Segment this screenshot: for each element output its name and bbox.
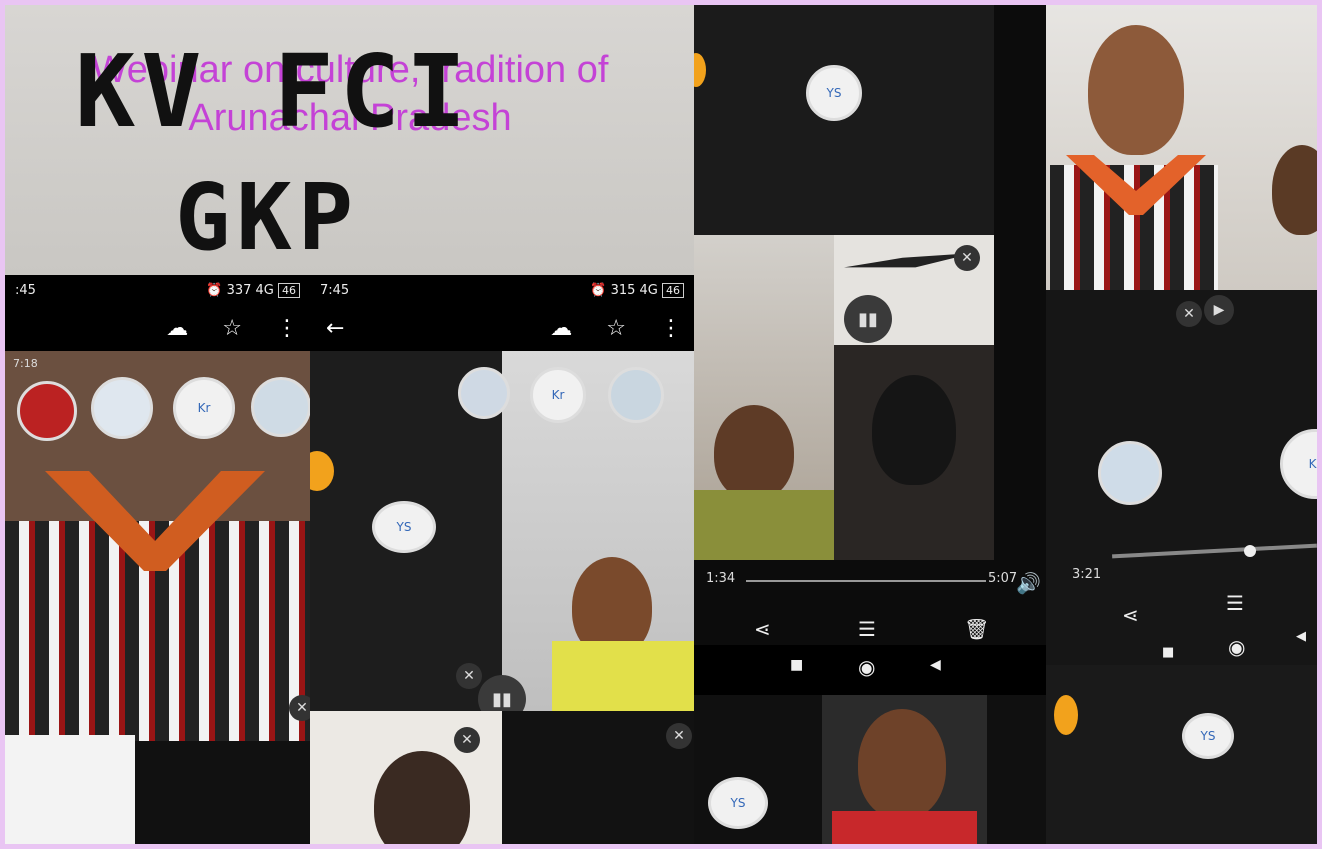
participant-avatar-1 [1098, 441, 1162, 505]
video-seekbar[interactable]: 1:34 5:07 [706, 571, 1017, 591]
current-time: 3:21 [1072, 567, 1102, 582]
play-icon[interactable]: ▶ [1204, 295, 1234, 325]
participant-avatar-1 [458, 367, 510, 419]
mic-off-icon: ✕ [289, 695, 310, 721]
pause-button[interactable]: ▮▮ [844, 295, 892, 343]
delete-icon[interactable]: 🗑 [964, 617, 989, 641]
back-icon[interactable]: ◀ [1296, 629, 1306, 644]
participant-shirt [552, 641, 694, 711]
seek-left-time: 1:34 [706, 571, 736, 586]
status-time: :45 [15, 282, 36, 298]
screenshot-2: 7:45 ⏰ 315 4G 46 ← ☁ ☆ ⋮ YS Kr ▮▮ ✕ ✕ ✕ [310, 275, 694, 849]
participant-face [714, 405, 794, 500]
mic-off-icon: ✕ [666, 723, 692, 749]
participant-face [872, 375, 956, 485]
home-icon[interactable]: ◉ [858, 655, 875, 679]
screenshot-6: YS [1046, 665, 1317, 849]
participant-face [374, 751, 470, 849]
recent-apps-icon[interactable]: ■ [1162, 645, 1174, 660]
back-icon[interactable]: ◀ [930, 657, 941, 673]
status-icons: ⏰ 315 4G 46 [590, 282, 684, 298]
video-tile-participant [822, 695, 987, 849]
participant-avatar-ys: YS [806, 65, 862, 121]
volume-icon[interactable]: 🔊 [1016, 571, 1041, 595]
video-tile-room: Kr [502, 351, 694, 711]
participant-avatar-2 [608, 367, 664, 423]
participant-avatar-4 [251, 377, 310, 437]
seek-thumb[interactable] [1244, 545, 1256, 557]
video-tile-dark [834, 345, 994, 560]
screenshot-1: :45 ⏰ 337 4G 46 ☁ ☆ ⋮ 7:18 Kr ▮▮ ✕ [5, 275, 310, 849]
participant-face [858, 709, 946, 819]
video-tile-bottom-right [502, 711, 694, 849]
video-seekbar[interactable] [1112, 543, 1317, 559]
star-icon[interactable]: ☆ [222, 316, 242, 341]
screenshot-3: YS ▮▮ ✕ 1:34 5:07 🔊 ⋖ ☰ 🗑 ■ ◉ ◀ [694, 5, 1046, 695]
home-icon[interactable]: ◉ [1228, 635, 1245, 659]
video-tile-ys: YS [694, 5, 994, 235]
mic-off-icon: ✕ [456, 663, 482, 689]
participant-avatar-ys: YS [372, 501, 436, 553]
inner-status-time: 7:18 [13, 357, 38, 370]
adjust-icon[interactable]: ☰ [1226, 591, 1244, 615]
video-tile-white [5, 735, 135, 849]
orange-slice-icon [310, 451, 334, 491]
status-icons: ⏰ 337 4G 46 [206, 282, 300, 298]
participant-face [1272, 145, 1317, 235]
participant-avatar-1 [17, 381, 77, 441]
participant-shirt [694, 490, 834, 560]
participant-avatar-kr: Kr [173, 377, 235, 439]
status-bar: :45 ⏰ 337 4G 46 [5, 275, 310, 305]
photo-toolbar: ☁ ☆ ⋮ [5, 305, 310, 351]
more-icon[interactable]: ⋮ [660, 316, 682, 341]
battery-level: 46 [278, 282, 300, 298]
more-icon[interactable]: ⋮ [276, 316, 298, 341]
participant-avatar-ys: YS [1182, 713, 1234, 759]
cloud-upload-icon[interactable]: ☁ [550, 316, 572, 341]
status-bar: 7:45 ⏰ 315 4G 46 [310, 275, 694, 305]
photo-toolbar: ← ☁ ☆ ⋮ [310, 305, 694, 351]
orange-slice-icon [1054, 695, 1078, 735]
recent-apps-icon[interactable]: ■ [790, 657, 803, 673]
participant-avatar-2 [91, 377, 153, 439]
participant-avatar-kr: Kr [530, 367, 586, 423]
cloud-upload-icon[interactable]: ☁ [166, 316, 188, 341]
system-nav-bar: ■ ◉ ◀ [694, 645, 1046, 695]
city-title: GKP [175, 164, 360, 271]
screenshot-4: ✕ ▶ Kr 3:21 ⋖ ☰ ■ ◉ ◀ [1046, 5, 1317, 665]
video-tile-participant [1046, 5, 1317, 290]
screenshot-5: YS [694, 695, 1046, 849]
status-time: 7:45 [320, 282, 350, 298]
participant-avatar-kr: Kr [1280, 429, 1317, 499]
mic-off-icon: ✕ [954, 245, 980, 271]
participant-shirt [832, 811, 977, 849]
back-arrow-icon[interactable]: ← [326, 316, 344, 341]
mic-off-icon: ✕ [454, 727, 480, 753]
video-tile-main: 7:18 Kr ▮▮ [5, 351, 310, 741]
battery-level: 46 [662, 282, 684, 298]
adjust-icon[interactable]: ☰ [858, 617, 876, 641]
share-icon[interactable]: ⋖ [754, 617, 771, 641]
participant-face [1088, 25, 1184, 155]
orange-slice-icon [694, 53, 706, 87]
share-icon[interactable]: ⋖ [1122, 603, 1139, 627]
mic-off-icon: ✕ [1176, 301, 1202, 327]
participant-avatar-ys: YS [708, 777, 768, 829]
star-icon[interactable]: ☆ [606, 316, 626, 341]
checked-shirt [1050, 165, 1218, 290]
school-title: KV FCI [75, 33, 473, 150]
seek-right-time: 5:07 [988, 571, 1018, 586]
video-tile-room [694, 235, 834, 560]
